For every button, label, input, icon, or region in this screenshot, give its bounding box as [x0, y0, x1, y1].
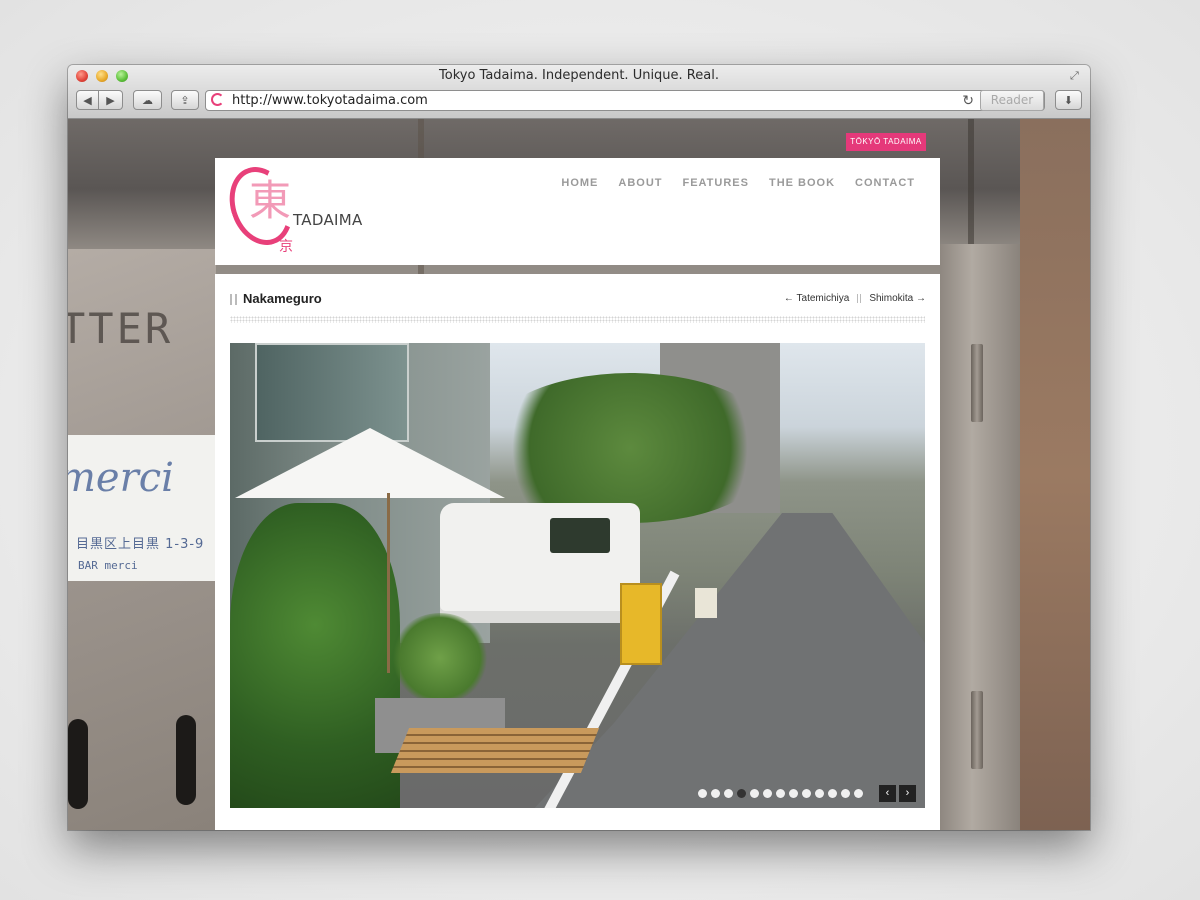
download-icon: ⬇ [1063, 94, 1074, 107]
slider-dot[interactable] [711, 789, 720, 798]
photo-tree [230, 503, 400, 808]
slider-dot[interactable] [724, 789, 733, 798]
nav-features[interactable]: FEATURES [683, 177, 749, 189]
slider-dot[interactable] [763, 789, 772, 798]
page-viewport: TTER merci 目黒区上目黒 1-3-9 BAR merci TŌKYŌ … [68, 119, 1090, 830]
share-button[interactable]: ⇪ [171, 90, 199, 110]
slideshow-photo[interactable]: ‹ › [230, 343, 925, 808]
fullscreen-icon[interactable]: ⤢ [1070, 69, 1084, 83]
slider-pagination [698, 789, 863, 798]
logo-kanji-small: 京 [279, 239, 293, 255]
reload-icon[interactable]: ↻ [962, 92, 974, 109]
background-slot [176, 715, 196, 805]
url-text[interactable]: http://www.tokyotadaima.com [232, 93, 428, 108]
nav-the-book[interactable]: THE BOOK [769, 177, 835, 189]
site-header: 東 京 TADAIMA HOME ABOUT FEATURES THE BOOK… [215, 158, 940, 265]
background-hinge [971, 691, 983, 769]
slider-prev-button[interactable]: ‹ [879, 785, 896, 802]
reader-button[interactable]: Reader [980, 90, 1044, 111]
browser-window: Tokyo Tadaima. Independent. Unique. Real… [68, 65, 1090, 830]
slider-dot[interactable] [789, 789, 798, 798]
slider-next-button[interactable]: › [899, 785, 916, 802]
window-title: Tokyo Tadaima. Independent. Unique. Real… [439, 68, 719, 83]
address-bar[interactable]: http://www.tokyotadaima.com ↻ Reader [205, 90, 1045, 111]
share-icon: ⇪ [180, 94, 190, 107]
forward-arrow-icon: ▶ [106, 94, 115, 107]
post-content: Nakameguro ← Tatemichiya Shimokita → ‹ › [215, 274, 940, 830]
post-navigation: ← Tatemichiya Shimokita → [784, 293, 926, 304]
previous-post-link[interactable]: ← Tatemichiya [784, 293, 849, 304]
background-rust-panel [1020, 119, 1090, 830]
nav-contact[interactable]: CONTACT [855, 177, 915, 189]
back-button[interactable]: ◀ [76, 90, 99, 110]
site-tag-badge[interactable]: TŌKYŌ TADAIMA [846, 133, 926, 151]
title-bar-icon [230, 294, 237, 305]
separator-icon [857, 294, 862, 303]
background-sign-name: BAR merci [78, 559, 138, 572]
slider-dot[interactable] [698, 789, 707, 798]
background-sign-address: 目黒区上目黒 1-3-9 [76, 537, 205, 552]
forward-button[interactable]: ▶ [99, 90, 123, 110]
slider-dot[interactable] [815, 789, 824, 798]
logo-kanji: 東 [249, 176, 292, 225]
slider-dot[interactable] [828, 789, 837, 798]
slider-arrows: ‹ › [879, 785, 916, 802]
next-post-link[interactable]: Shimokita → [869, 293, 926, 304]
background-sign-title: merci [68, 455, 174, 501]
slider-dot[interactable] [841, 789, 850, 798]
background-wall-text: TTER [68, 304, 174, 353]
nav-home[interactable]: HOME [561, 177, 598, 189]
photo-food-van [440, 503, 640, 623]
cloud-icon: ☁ [142, 94, 153, 107]
downloads-button[interactable]: ⬇ [1055, 90, 1082, 110]
photo-menu-board [695, 588, 717, 618]
photo-windows [255, 343, 409, 442]
slider-dot[interactable] [750, 789, 759, 798]
icloud-tabs-button[interactable]: ☁ [133, 90, 162, 110]
main-navigation: HOME ABOUT FEATURES THE BOOK CONTACT [561, 177, 915, 189]
slider-dot[interactable] [737, 789, 746, 798]
photo-umbrella-pole [387, 493, 390, 673]
slider-dot[interactable] [802, 789, 811, 798]
photo-trees [480, 373, 780, 523]
photo-sign-board [620, 583, 662, 665]
dotted-divider [230, 316, 925, 323]
site-favicon-icon [211, 93, 224, 106]
back-arrow-icon: ◀ [83, 94, 92, 107]
photo-plant [390, 613, 490, 703]
background-merci-sign: merci 目黒区上目黒 1-3-9 BAR merci [68, 435, 216, 581]
title-bar: Tokyo Tadaima. Independent. Unique. Real… [68, 65, 1090, 119]
background-hinge [971, 344, 983, 422]
photo-bench [390, 728, 600, 773]
slider-dot[interactable] [776, 789, 785, 798]
background-slot [68, 719, 88, 809]
slider-dot[interactable] [854, 789, 863, 798]
photo-van-window [550, 518, 610, 553]
logo-wordmark: TADAIMA [293, 211, 363, 229]
post-title: Nakameguro [243, 291, 322, 306]
nav-about[interactable]: ABOUT [618, 177, 662, 189]
